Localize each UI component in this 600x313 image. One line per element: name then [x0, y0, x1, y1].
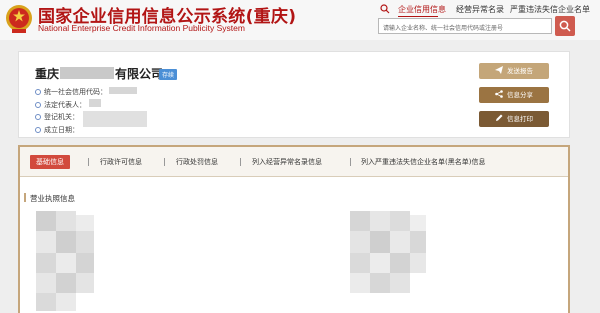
authority-icon — [35, 114, 41, 120]
tab-basic-info[interactable]: 基础信息 — [30, 155, 70, 169]
share-button[interactable]: 信息分享 — [479, 87, 549, 103]
redacted-legal-rep — [89, 99, 101, 107]
founded-date-row: 成立日期： — [35, 125, 79, 135]
credit-code-label: 统一社会信用代码： — [44, 88, 107, 96]
company-name: 重庆 有限公司 — [35, 65, 163, 82]
redacted-name — [60, 67, 115, 79]
send-report-label: 发送报告 — [507, 67, 533, 75]
site-subtitle: National Enterprise Credit Information P… — [38, 23, 245, 33]
company-name-prefix: 重庆 — [35, 67, 60, 81]
search-icon — [380, 4, 390, 14]
status-badge: 存续 — [159, 69, 178, 80]
share-label: 信息分享 — [507, 91, 533, 99]
tab-divider — [88, 158, 89, 166]
authority-label: 登记机关： — [44, 113, 79, 121]
company-name-suffix: 有限公司 — [115, 67, 164, 81]
legal-rep-label: 法定代表人： — [44, 101, 86, 109]
credit-code-icon — [35, 89, 41, 95]
detail-panel: 基础信息 行政许可信息 行政处罚信息 列入经营异常名录信息 列入严重违法失信企业… — [18, 145, 570, 313]
search-input[interactable]: 请输入企业名称、统一社会信用代码或注册号 — [378, 18, 552, 34]
redacted-license-labels — [36, 211, 96, 311]
tab-blacklist[interactable]: 列入严重违法失信企业名单(黑名单)信息 — [361, 157, 485, 167]
redacted-authority — [83, 111, 147, 127]
authority-row: 登记机关： — [35, 112, 79, 122]
nav-enterprise-credit[interactable]: 企业信用信息 — [398, 4, 446, 15]
company-card: 重庆 有限公司 存续 统一社会信用代码： 法定代表人： 登记机关： 成立日期： 发… — [18, 51, 570, 138]
tab-divider — [350, 158, 351, 166]
tab-abnormal-list[interactable]: 列入经营异常名录信息 — [252, 157, 322, 167]
credit-code-row: 统一社会信用代码： — [35, 87, 107, 97]
nav-blacklist[interactable]: 严重违法失信企业名单 — [510, 4, 590, 15]
founded-date-icon — [35, 127, 41, 133]
print-label: 信息打印 — [507, 115, 533, 123]
tab-divider — [164, 158, 165, 166]
share-icon — [495, 90, 503, 98]
print-button[interactable]: 信息打印 — [479, 111, 549, 127]
founded-date-label: 成立日期： — [44, 126, 79, 134]
search-icon — [559, 20, 571, 32]
section-marker — [24, 193, 26, 202]
send-icon — [495, 66, 503, 74]
tab-divider — [240, 158, 241, 166]
tab-bar: 基础信息 行政许可信息 行政处罚信息 列入经营异常名录信息 列入严重违法失信企业… — [20, 147, 568, 177]
legal-rep-row: 法定代表人： — [35, 100, 86, 110]
edit-icon — [496, 114, 503, 121]
nav-active-underline — [398, 16, 438, 17]
tab-admin-license[interactable]: 行政许可信息 — [100, 157, 142, 167]
tab-admin-penalty[interactable]: 行政处罚信息 — [176, 157, 218, 167]
redacted-license-values — [350, 211, 430, 311]
site-header: 国家企业信用信息公示系统(重庆) National Enterprise Cre… — [0, 0, 600, 40]
redacted-credit-code — [109, 87, 137, 94]
nav-abnormal-list[interactable]: 经营异常名录 — [456, 4, 504, 15]
national-emblem-icon — [6, 5, 32, 33]
search-button[interactable] — [555, 16, 575, 36]
send-report-button[interactable]: 发送报告 — [479, 63, 549, 79]
legal-rep-icon — [35, 102, 41, 108]
section-title: 营业执照信息 — [30, 194, 75, 203]
